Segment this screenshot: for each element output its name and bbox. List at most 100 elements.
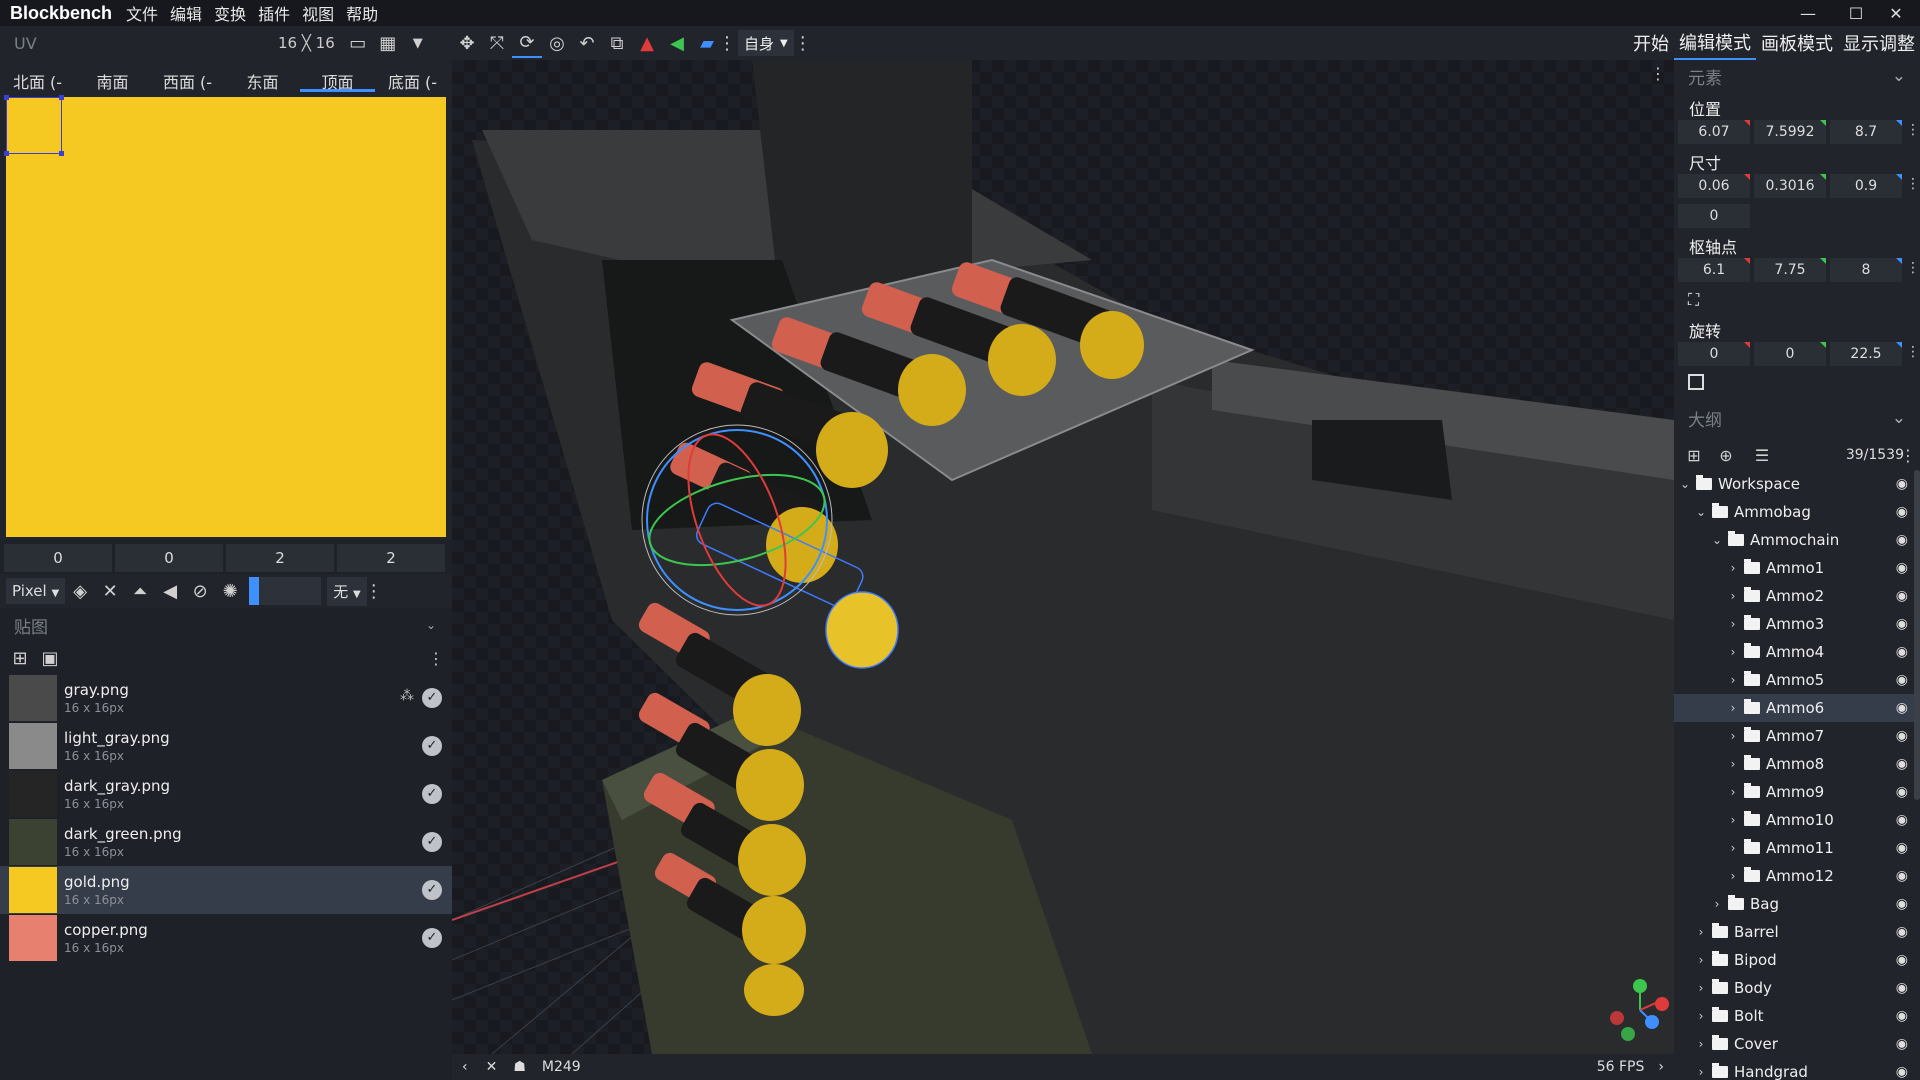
tab-west[interactable]: 西面 (- — [150, 64, 225, 92]
menu-edit[interactable]: 编辑 — [164, 1, 208, 25]
outliner-node[interactable]: › Ammo8 ◉ — [1674, 750, 1920, 778]
rotation-x-input[interactable]: 0 — [1678, 342, 1750, 366]
pivot-x-input[interactable]: 6.1 — [1678, 258, 1750, 282]
outliner-node[interactable]: ⌄ Ammobag ◉ — [1674, 498, 1920, 526]
eye-icon[interactable]: ◉ — [1896, 896, 1908, 912]
chevron-right-icon[interactable]: › — [1726, 869, 1740, 883]
chevron-right-icon[interactable]: › — [1726, 729, 1740, 743]
pivot-tool-icon[interactable]: ◎ — [542, 28, 572, 58]
chevron-right-icon[interactable]: › — [1726, 813, 1740, 827]
chevron-down-icon[interactable]: ⌄ — [1678, 477, 1692, 491]
rotation-z-input[interactable]: 22.5 — [1830, 342, 1902, 366]
tab-up[interactable]: 顶面 — [300, 64, 375, 92]
eye-icon[interactable]: ◉ — [1896, 756, 1908, 772]
eye-icon[interactable]: ◉ — [1896, 644, 1908, 660]
chevron-right-icon[interactable]: › — [1694, 925, 1708, 939]
textures-header[interactable]: 贴图 ⌄ — [0, 610, 452, 640]
outliner-node[interactable]: › Body ◉ — [1674, 974, 1920, 1002]
element-panel-header[interactable]: 元素 ⌄ — [1674, 62, 1920, 90]
menu-transform[interactable]: 变换 — [208, 1, 252, 25]
eye-icon[interactable]: ◉ — [1896, 812, 1908, 828]
viewport-menu-icon[interactable]: ⋮ — [1650, 64, 1666, 83]
eye-icon[interactable]: ◉ — [1896, 868, 1908, 884]
check-icon[interactable]: ✓ — [422, 880, 442, 900]
outliner-node[interactable]: › Ammo1 ◉ — [1674, 554, 1920, 582]
chevron-right-icon[interactable]: › — [1726, 841, 1740, 855]
chevron-down-icon[interactable]: ⌄ — [1892, 408, 1906, 428]
move-tool-icon[interactable]: ✥ — [452, 28, 482, 58]
chevron-right-icon[interactable]: › — [1726, 673, 1740, 687]
outliner-node[interactable]: › Ammo5 ◉ — [1674, 666, 1920, 694]
chevron-down-icon[interactable]: ⌄ — [1710, 533, 1724, 547]
outliner-node-selected[interactable]: › Ammo6 ◉ — [1674, 694, 1920, 722]
chevron-right-icon[interactable]: › — [1726, 561, 1740, 575]
eye-icon[interactable]: ◉ — [1896, 840, 1908, 856]
outliner-node[interactable]: › Ammo2 ◉ — [1674, 582, 1920, 610]
outliner-node[interactable]: › Handgrad ◉ — [1674, 1058, 1920, 1080]
eye-icon[interactable]: ◉ — [1896, 1036, 1908, 1052]
menu-file[interactable]: 文件 — [120, 1, 164, 25]
chevron-right-icon[interactable]: › — [1726, 785, 1740, 799]
size-x-input[interactable]: 0.06 — [1678, 174, 1750, 198]
more-icon[interactable]: ⋮ — [365, 576, 383, 606]
outliner-scrollbar[interactable] — [1914, 470, 1920, 800]
mirror-x-icon[interactable]: ▲ — [632, 28, 662, 58]
texture-item[interactable]: light_gray.png 16 x 16px ✓ — [0, 722, 452, 770]
chevron-down-icon[interactable]: ⌄ — [1892, 66, 1906, 86]
uv-handle[interactable] — [59, 151, 64, 156]
add-group-icon[interactable]: ⊕ — [1708, 440, 1744, 470]
uv-selection-box[interactable] — [4, 95, 64, 156]
tab-south[interactable]: 南面 — [75, 64, 150, 92]
outliner-node[interactable]: › Ammo3 ◉ — [1674, 610, 1920, 638]
outliner-node[interactable]: ⌄ Workspace ◉ — [1674, 470, 1920, 498]
more-icon[interactable]: ⋮ — [1906, 260, 1920, 276]
outliner-node[interactable]: › Ammo12 ◉ — [1674, 862, 1920, 890]
eye-icon[interactable]: ◉ — [1896, 980, 1908, 996]
position-z-input[interactable]: 8.7 — [1830, 120, 1902, 144]
eye-icon[interactable]: ◉ — [1896, 700, 1908, 716]
resize-tool-icon[interactable]: ⤧ — [482, 28, 512, 58]
check-icon[interactable]: ✓ — [422, 736, 442, 756]
mirror-y-icon[interactable]: ◀ — [662, 28, 692, 58]
position-y-input[interactable]: 7.5992 — [1754, 120, 1826, 144]
outliner-node[interactable]: › Ammo4 ◉ — [1674, 638, 1920, 666]
chevron-right-icon[interactable]: › — [1694, 1009, 1708, 1023]
particle-icon[interactable]: ⁂ — [400, 688, 414, 704]
chevron-down-icon[interactable]: ⌄ — [426, 618, 436, 632]
check-icon[interactable]: ✓ — [422, 784, 442, 804]
texture-item[interactable]: dark_green.png 16 x 16px ✓ — [0, 818, 452, 866]
more-icon[interactable]: ⋮ — [1900, 446, 1916, 465]
uv-height-input[interactable]: 2 — [337, 544, 445, 572]
stretch-tool-icon[interactable]: ⧉ — [602, 28, 632, 58]
rescale-checkbox[interactable] — [1688, 374, 1704, 390]
position-x-input[interactable]: 6.07 — [1678, 120, 1750, 144]
eye-icon[interactable]: ◉ — [1896, 560, 1908, 576]
triangle-icon[interactable]: ◀ — [155, 576, 185, 606]
3d-viewport[interactable]: ⋮ — [452, 60, 1674, 1054]
close-icon[interactable]: ✕ — [1872, 0, 1920, 26]
mirror-select[interactable]: 无 ▼ — [327, 576, 367, 606]
more-icon[interactable]: ⋮ — [1906, 176, 1920, 192]
import-texture-icon[interactable]: ▣ — [40, 643, 60, 673]
minimize-icon[interactable]: — — [1784, 0, 1832, 26]
add-texture-icon[interactable]: ⊞ — [10, 643, 30, 673]
inflate-input[interactable]: 0 — [1678, 204, 1750, 228]
menu-view[interactable]: 视图 — [296, 1, 340, 25]
uv-handle[interactable] — [59, 95, 64, 100]
outliner-node[interactable]: ⌄ Ammochain ◉ — [1674, 526, 1920, 554]
settings-icon[interactable]: ✺ — [215, 576, 245, 606]
vertex-snap-icon[interactable]: ↶ — [572, 28, 602, 58]
chevron-down-icon[interactable]: ▼ — [403, 28, 433, 58]
fill-bucket-icon[interactable]: ◈ — [65, 576, 95, 606]
eye-icon[interactable]: ◉ — [1896, 476, 1908, 492]
pivot-z-input[interactable]: 8 — [1830, 258, 1902, 282]
chevron-right-icon[interactable]: › — [1726, 645, 1740, 659]
tab-east[interactable]: 东面 — [225, 64, 300, 92]
center-pivot-icon[interactable]: ⛶ — [1688, 290, 1699, 310]
close-icon[interactable]: ✕ — [486, 1059, 498, 1075]
uv-editor-canvas[interactable] — [6, 97, 446, 537]
eye-icon[interactable]: ◉ — [1896, 1008, 1908, 1024]
eye-icon[interactable]: ◉ — [1896, 672, 1908, 688]
texture-item[interactable]: copper.png 16 x 16px ✓ — [0, 914, 452, 962]
grid-icon[interactable]: ▦ — [373, 28, 403, 58]
